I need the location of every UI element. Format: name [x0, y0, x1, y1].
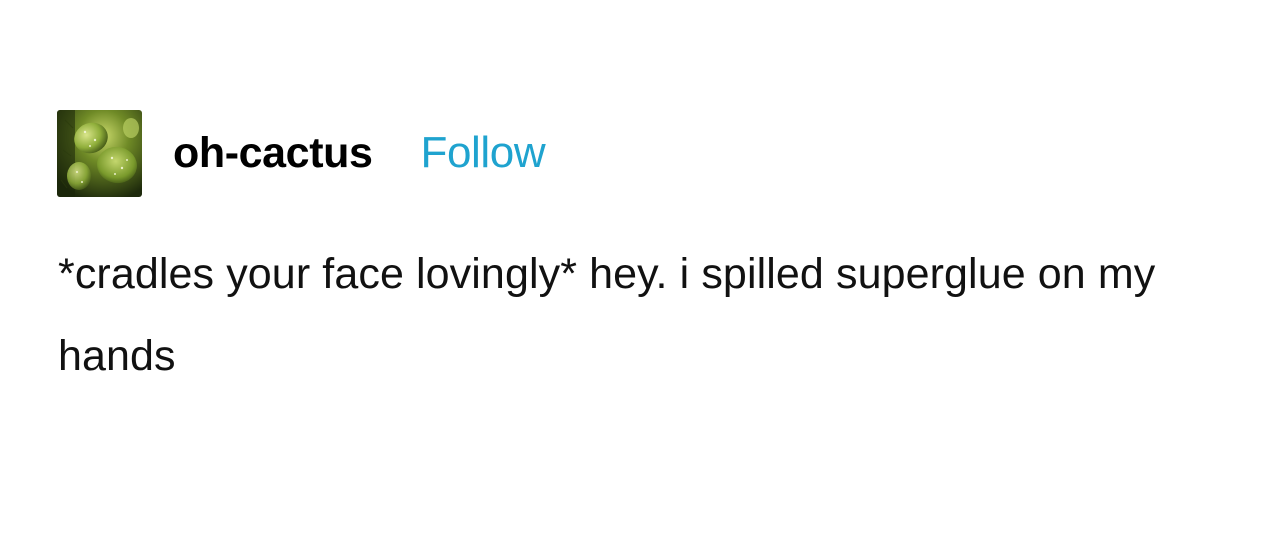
follow-button[interactable]: Follow: [421, 131, 546, 175]
cactus-avatar-icon[interactable]: [57, 109, 142, 197]
post-body-text: *cradles your face lovingly* hey. i spil…: [58, 250, 1156, 380]
tumblr-post: oh-cactus Follow *cradles your face lovi…: [0, 0, 1284, 547]
post-header: oh-cactus Follow: [57, 108, 546, 198]
username-link[interactable]: oh-cactus: [173, 131, 373, 175]
